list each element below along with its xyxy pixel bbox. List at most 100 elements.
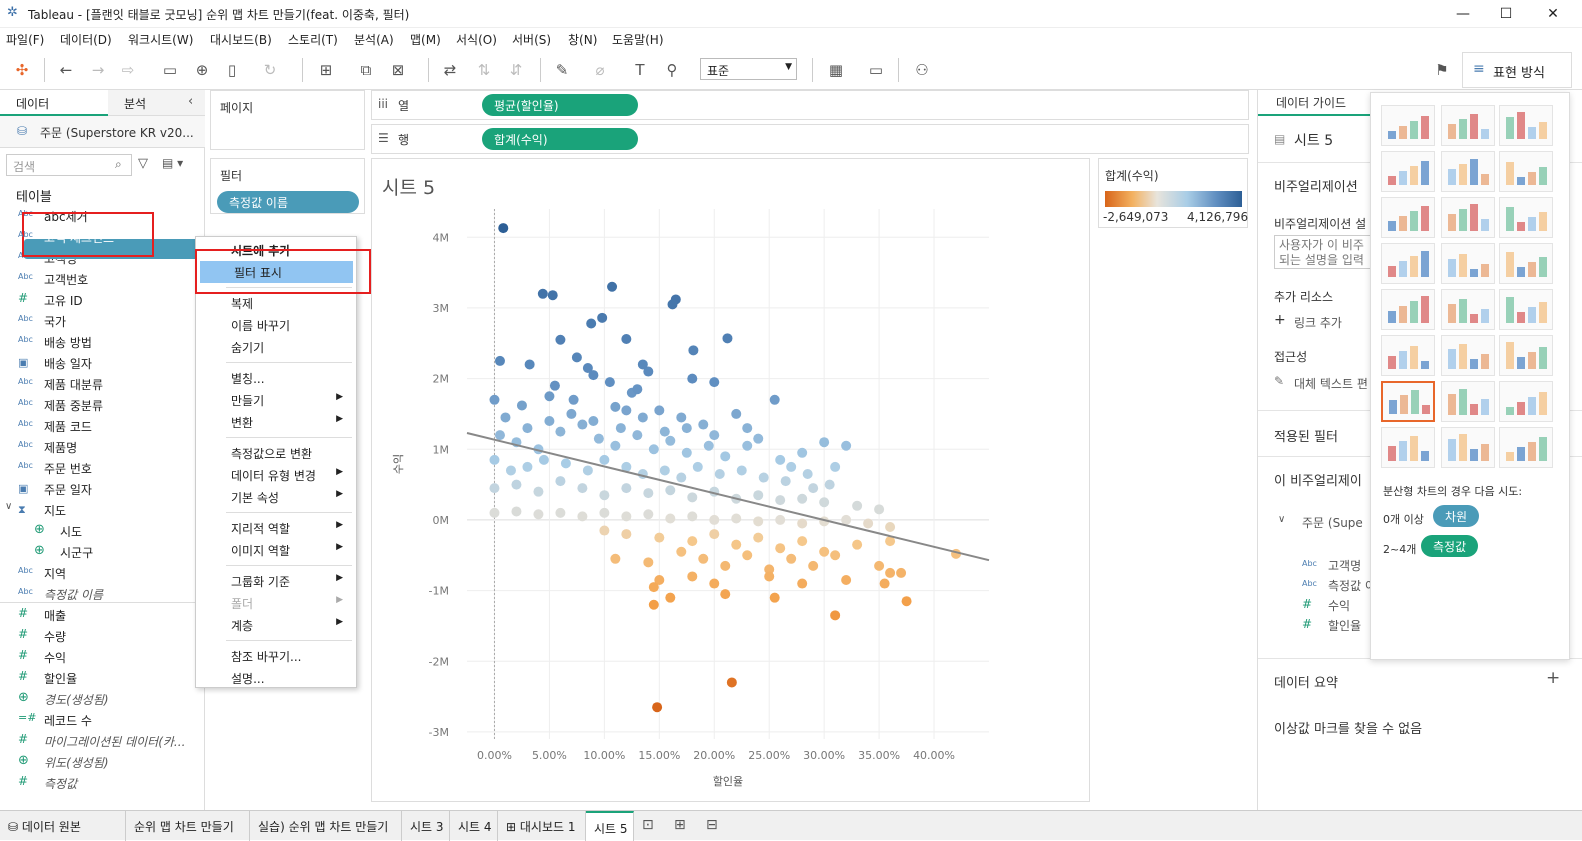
field-item[interactable]: Abc 제품 코드 xyxy=(0,416,205,436)
field-item[interactable]: ⊕ 시도 xyxy=(16,521,221,541)
rows-shelf[interactable]: ☰ 행 합계(수익) xyxy=(371,124,1249,154)
chart-type-option[interactable] xyxy=(1499,151,1553,192)
datasource-row[interactable]: ⛁ 주문 (Superstore KR v20... xyxy=(0,116,205,148)
columns-shelf[interactable]: iii 열 평균(할인율) xyxy=(371,90,1249,120)
tab-data-source[interactable]: ⛁ 데이터 원본 xyxy=(0,811,126,841)
new-sheet-icon[interactable]: ⊡ xyxy=(642,817,654,833)
undo-icon[interactable]: ← xyxy=(56,60,76,80)
field-item[interactable]: # 매출 xyxy=(0,605,205,625)
menu-file[interactable]: 파일(F) xyxy=(6,31,44,48)
label-icon[interactable]: T xyxy=(630,60,650,80)
chart-type-option[interactable] xyxy=(1381,335,1435,376)
menu-map[interactable]: 맵(M) xyxy=(410,31,441,48)
context-menu-item[interactable]: 참조 바꾸기... xyxy=(197,645,355,667)
field-item[interactable]: Abc 제품 대분류 xyxy=(0,374,205,394)
field-item[interactable]: # 수량 xyxy=(0,626,205,646)
context-menu-item[interactable]: 설명... xyxy=(197,667,355,689)
context-menu-item[interactable]: 복제 xyxy=(197,292,355,314)
field-item[interactable]: Abc 고객번호 xyxy=(0,269,205,289)
context-menu-item[interactable]: 이름 바꾸기 xyxy=(197,314,355,336)
field-item[interactable]: Abc 주문 번호 xyxy=(0,458,205,478)
close-window-button[interactable]: ✕ xyxy=(1530,2,1576,26)
field-item[interactable]: # 고유 ID xyxy=(0,290,205,310)
chart-type-option[interactable] xyxy=(1441,243,1495,284)
context-menu-item[interactable]: 별칭... xyxy=(197,367,355,389)
chart-type-option[interactable] xyxy=(1381,243,1435,284)
menu-server[interactable]: 서버(S) xyxy=(512,31,551,48)
tableau-start-icon[interactable]: ✣ xyxy=(12,60,32,80)
menu-dashboard[interactable]: 대시보드(B) xyxy=(210,31,272,48)
chart-type-option[interactable] xyxy=(1381,197,1435,238)
pin-icon[interactable]: ⚲ xyxy=(662,60,682,80)
tab-sheet-3[interactable]: 시트 3 xyxy=(402,811,450,841)
chart-type-option[interactable] xyxy=(1499,335,1553,376)
field-item[interactable]: ⧗ 지도 xyxy=(0,500,205,520)
field-item[interactable]: ▣ 배송 일자 xyxy=(0,353,205,373)
chart-type-option[interactable] xyxy=(1441,427,1495,468)
menu-format[interactable]: 서식(O) xyxy=(456,31,497,48)
minimize-button[interactable]: — xyxy=(1440,2,1486,26)
chart-type-option[interactable] xyxy=(1441,335,1495,376)
field-item[interactable]: =# 레코드 수 xyxy=(0,710,205,730)
tab-sheet-rankmap[interactable]: 순위 맵 차트 만들기 xyxy=(126,811,250,841)
field-item[interactable]: Abc 측정값 이름 xyxy=(0,584,205,604)
search-input[interactable]: 검색 ⌕ xyxy=(6,154,132,176)
pause-updates-icon[interactable]: ▯ xyxy=(222,60,242,80)
highlight-icon[interactable]: ✎ xyxy=(552,60,572,80)
context-menu-item[interactable]: 기본 속성 ▶ xyxy=(197,486,355,508)
context-menu-item[interactable]: 만들기 ▶ xyxy=(197,389,355,411)
chart-type-option[interactable] xyxy=(1381,105,1435,146)
format-brush-icon[interactable]: ⚑ xyxy=(1432,60,1452,80)
context-menu-item[interactable]: 이미지 역할 ▶ xyxy=(197,539,355,561)
pages-shelf[interactable]: 페이지 xyxy=(210,90,365,150)
field-item[interactable]: ⊕ 시군구 xyxy=(16,542,221,562)
clear-sheet-icon[interactable]: ⊠ xyxy=(388,60,408,80)
tab-dashboard-1[interactable]: ⊞ 대시보드 1 xyxy=(498,811,586,841)
new-datasource-icon[interactable]: ⊕ xyxy=(192,60,212,80)
context-menu-item[interactable]: 그룹화 기준 ▶ xyxy=(197,570,355,592)
viz-area[interactable]: 시트 5 4M 3M 2M 1M 0M -1M -2M -3M 0.00% 5.00% 10.00%… xyxy=(371,158,1090,802)
duplicate-sheet-icon[interactable]: ⧉ xyxy=(356,60,376,80)
refresh-icon[interactable]: ↻ xyxy=(260,60,280,80)
fit-select[interactable]: 표준 ▼ xyxy=(700,58,797,80)
view-options-icon[interactable]: ▤ ▾ xyxy=(162,156,183,170)
new-story-icon[interactable]: ⊟ xyxy=(706,817,718,833)
chart-type-option[interactable] xyxy=(1381,151,1435,192)
replay-icon[interactable]: ⇨ xyxy=(118,60,138,80)
context-menu-item[interactable]: 숨기기 xyxy=(197,336,355,358)
chart-type-option[interactable] xyxy=(1441,289,1495,330)
share-icon[interactable]: ⚇ xyxy=(912,60,932,80)
filter-pill-measure-names[interactable]: 측정값 이름 xyxy=(217,191,359,213)
chart-type-option[interactable] xyxy=(1499,197,1553,238)
chevron-down-icon[interactable]: ∨ xyxy=(5,501,12,512)
field-item[interactable]: ▣ 주문 일자 xyxy=(0,479,205,499)
tab-data[interactable]: 데이터 xyxy=(0,90,108,116)
scatter-chart[interactable]: 4M 3M 2M 1M 0M -1M -2M -3M 0.00% 5.00% 10.00% 15.00… xyxy=(372,159,1089,801)
tab-sheet-5[interactable]: 시트 5 xyxy=(586,811,634,841)
new-worksheet-icon[interactable]: ⊞ xyxy=(316,60,336,80)
context-menu-item[interactable]: 변환 ▶ xyxy=(197,411,355,433)
tab-sheet-practice[interactable]: 실습) 순위 맵 차트 만들기 xyxy=(250,811,402,841)
chevron-down-icon[interactable]: ∨ xyxy=(1278,514,1285,525)
chart-type-option[interactable] xyxy=(1499,289,1553,330)
sort-desc-icon[interactable]: ⇵ xyxy=(506,60,526,80)
add-link[interactable]: 링크 추가 xyxy=(1294,314,1342,331)
save-icon[interactable]: ▭ xyxy=(160,60,180,80)
chart-type-option[interactable] xyxy=(1381,427,1435,468)
menu-analysis[interactable]: 분석(A) xyxy=(354,31,394,48)
alt-text-link[interactable]: 대체 텍스트 편 xyxy=(1294,375,1368,392)
context-menu-item[interactable]: 데이터 유형 변경 ▶ xyxy=(197,464,355,486)
group-icon[interactable]: ⌀ xyxy=(590,60,610,80)
menu-data[interactable]: 데이터(D) xyxy=(60,31,112,48)
context-menu-item[interactable]: 폴더 ▶ xyxy=(197,592,355,614)
tab-sheet-4[interactable]: 시트 4 xyxy=(450,811,498,841)
new-dashboard-icon[interactable]: ⊞ xyxy=(674,817,686,833)
field-item[interactable]: Abc 배송 방법 xyxy=(0,332,205,352)
rows-pill-sum-profit[interactable]: 합계(수익) xyxy=(482,128,638,150)
menu-worksheet[interactable]: 워크시트(W) xyxy=(128,31,193,48)
chart-type-option[interactable] xyxy=(1381,381,1435,422)
menu-story[interactable]: 스토리(T) xyxy=(288,31,338,48)
swap-icon[interactable]: ⇄ xyxy=(440,60,460,80)
presentation-icon[interactable]: ▭ xyxy=(866,60,886,80)
context-menu-item[interactable]: 측정값으로 변환 xyxy=(197,442,355,464)
